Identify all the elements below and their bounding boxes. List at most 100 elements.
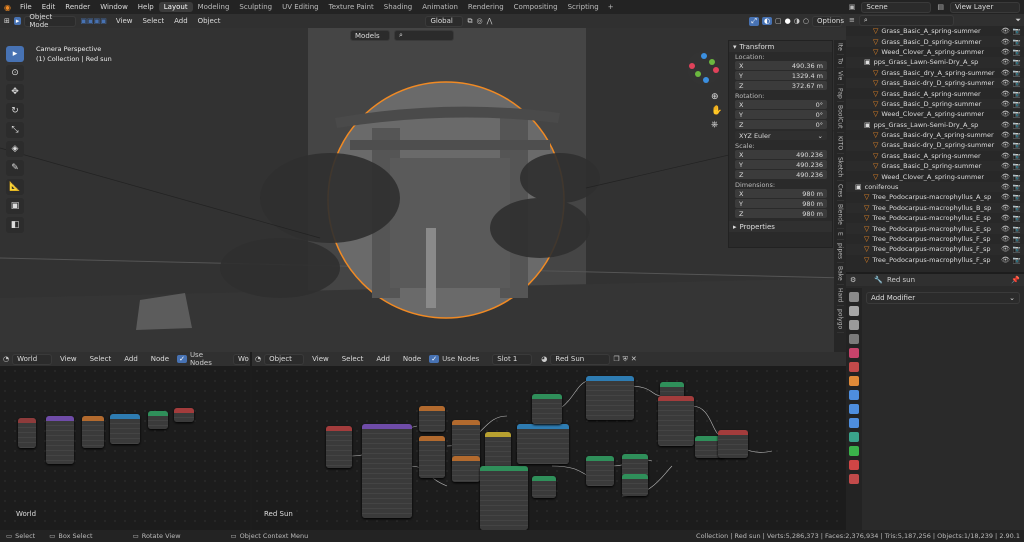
outliner-row[interactable]: ▽ Grass_Basic_A_spring-summer 👁 📷 (846, 26, 1024, 36)
eye-icon[interactable]: 👁 (1001, 152, 1010, 160)
camera-icon[interactable]: 📷 (1013, 162, 1021, 170)
outliner-row[interactable]: ▣ pps_Grass_Lawn-Semi-Dry_A_sp 👁 📷 (846, 57, 1024, 68)
options-dropdown[interactable]: Options (812, 15, 844, 27)
outliner-row[interactable]: ▽ Weed_Clover_A_spring-summer 👁 📷 (846, 109, 1024, 119)
proportional-edit-icon[interactable]: ◎ (476, 17, 482, 25)
location-x-field[interactable]: X 490.36 m (735, 61, 827, 70)
pan-hand-icon[interactable]: ✋ (711, 106, 722, 116)
eye-icon[interactable]: 👁 (1001, 214, 1010, 222)
render-tab-icon[interactable] (849, 306, 859, 316)
world-type-dropdown[interactable]: World (12, 353, 52, 365)
ne-right-menu-view[interactable]: View (307, 355, 334, 363)
close-icon[interactable]: ✕ (631, 355, 637, 363)
tab-compositing[interactable]: Compositing (509, 2, 563, 12)
rotation-x-field[interactable]: X 0° (735, 100, 827, 109)
outliner-row[interactable]: ▽ Grass_Basic-dry_D_spring-summer 👁 📷 (846, 77, 1024, 89)
menu-help[interactable]: Help (133, 3, 159, 11)
outliner-row[interactable]: ▣ pps_Grass_Lawn-Semi-Dry_A_sp 👁 📷 (846, 119, 1024, 130)
shading-material-icon[interactable]: ◑ (794, 17, 800, 25)
dimensions-y-field[interactable]: Y 980 m (735, 199, 827, 208)
extra-tool-icon[interactable]: ◧ (6, 217, 24, 233)
transform-header[interactable]: ▾ Transform (729, 41, 832, 52)
eye-icon[interactable]: 👁 (1001, 162, 1010, 170)
particles-tab-icon[interactable] (849, 404, 859, 414)
outliner-row[interactable]: ▽ Grass_Basic-dry_D_spring-summer 👁 📷 (846, 140, 1024, 151)
sidebar-tab[interactable]: Vie (836, 68, 844, 85)
eye-icon[interactable]: 👁 (1001, 193, 1010, 201)
scale-tool-icon[interactable]: ⤡ (6, 122, 24, 138)
node-editor-type-icon[interactable]: ◔ (255, 355, 261, 363)
navigation-gizmo[interactable] (684, 48, 724, 88)
orientation-selector[interactable]: Global (425, 15, 464, 27)
eye-icon[interactable]: 👁 (1001, 173, 1010, 181)
ne-left-menu-view[interactable]: View (55, 355, 82, 363)
output-tab-icon[interactable] (849, 320, 859, 330)
ne-right-menu-add[interactable]: Add (371, 355, 395, 363)
use-nodes-checkbox[interactable]: ✓ (177, 355, 187, 363)
rotation-z-field[interactable]: Z 0° (735, 120, 827, 129)
camera-icon[interactable]: 📷 (1013, 235, 1021, 243)
annotate-tool-icon[interactable]: ✎ (6, 160, 24, 176)
camera-icon[interactable]: 📷 (1013, 141, 1021, 149)
menu-edit[interactable]: Edit (37, 3, 61, 11)
tab-scripting[interactable]: Scripting (563, 2, 604, 12)
location-z-field[interactable]: Z 372.67 m (735, 81, 827, 90)
camera-icon[interactable]: 📷 (1013, 90, 1021, 98)
eye-icon[interactable]: 👁 (1001, 121, 1010, 129)
location-y-field[interactable]: Y 1329.4 m (735, 71, 827, 80)
menu-window[interactable]: Window (95, 3, 133, 11)
eye-icon[interactable]: 👁 (1001, 79, 1010, 87)
select-tool-icon[interactable]: ▸ (13, 17, 22, 25)
camera-icon[interactable]: 📷 (1013, 79, 1021, 87)
eye-icon[interactable]: 👁 (1001, 100, 1010, 108)
world-datablock[interactable]: Wo (233, 353, 249, 365)
vp-menu-view[interactable]: View (111, 17, 138, 25)
outliner-row[interactable]: ▽ Tree_Podocarpus-macrophyllus_E_sp 👁 📷 (846, 213, 1024, 223)
sidebar-tab[interactable]: Bake (836, 263, 844, 285)
properties-header[interactable]: ▸ Properties (729, 221, 832, 232)
camera-icon[interactable]: 📷 (1013, 110, 1021, 118)
shading-solid-icon[interactable]: ● (785, 17, 791, 25)
tab-texture-paint[interactable]: Texture Paint (324, 2, 379, 12)
sidebar-tab[interactable]: Ite (836, 40, 844, 55)
camera-icon[interactable]: 📷 (1013, 173, 1021, 181)
constraints-tab-icon[interactable] (849, 432, 859, 442)
menu-render[interactable]: Render (60, 3, 95, 11)
move-tool-icon[interactable]: ✥ (6, 84, 24, 100)
outliner-type-icon[interactable]: ≡ (849, 16, 855, 24)
ne-right-menu-select[interactable]: Select (337, 355, 369, 363)
material-sphere-icon[interactable]: ◕ (541, 355, 547, 363)
node[interactable] (718, 430, 748, 458)
material-name-field[interactable]: Red Sun (550, 353, 611, 365)
sidebar-tab[interactable]: Hard (836, 285, 844, 307)
overlay-toggle-icon[interactable]: ◐ (761, 17, 773, 25)
blender-logo-icon[interactable]: ◉ (0, 3, 15, 12)
sidebar-tab[interactable]: polygo (836, 306, 844, 334)
camera-icon[interactable]: 📷 (1013, 193, 1021, 201)
sidebar-tab[interactable]: Sketch (836, 154, 844, 182)
outliner-row[interactable]: ▽ Tree_Podocarpus-macrophyllus_F_sp 👁 📷 (846, 234, 1024, 244)
sidebar-tab[interactable]: Pap (836, 85, 844, 103)
vp-menu-add[interactable]: Add (169, 17, 193, 25)
node[interactable] (326, 426, 352, 468)
object-type-dropdown[interactable]: Object (264, 353, 305, 365)
models-search[interactable]: ⌕ (394, 30, 454, 41)
node-editor-type-icon[interactable]: ◔ (3, 355, 9, 363)
tab-rendering[interactable]: Rendering (463, 2, 509, 12)
camera-icon[interactable]: 📷 (1013, 225, 1021, 233)
node[interactable] (532, 476, 556, 498)
sidebar-tab[interactable]: KITO (836, 133, 844, 154)
transform-tool-icon[interactable]: ◈ (6, 141, 24, 157)
data-tab-icon[interactable] (849, 446, 859, 456)
add-workspace-button[interactable]: + (604, 3, 618, 11)
eye-icon[interactable]: 👁 (1001, 183, 1010, 191)
scene-tab-icon[interactable] (849, 348, 859, 358)
camera-icon[interactable]: 📷 (1013, 204, 1021, 212)
scale-y-field[interactable]: Y 490.236 (735, 160, 827, 169)
scene-selector[interactable]: Scene (861, 1, 932, 13)
outliner-row[interactable]: ▽ Tree_Podocarpus-macrophyllus_F_sp 👁 📷 (846, 255, 1024, 265)
camera-icon[interactable]: 📷 (1013, 121, 1021, 129)
camera-icon[interactable]: 📷 (1013, 131, 1021, 139)
eye-icon[interactable]: 👁 (1001, 141, 1010, 149)
sidebar-tab[interactable]: Blende (836, 201, 844, 230)
